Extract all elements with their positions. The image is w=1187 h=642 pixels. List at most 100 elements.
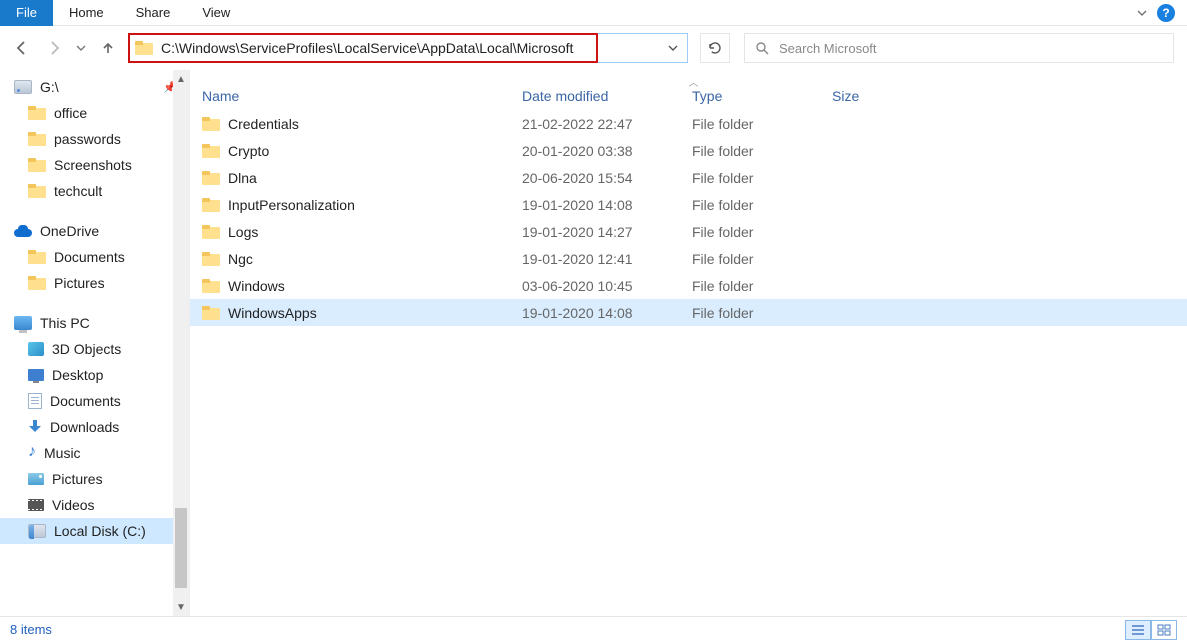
sidebar-quick-techcult[interactable]: techcult — [0, 178, 189, 204]
table-row[interactable]: WindowsApps19-01-2020 14:08File folder — [190, 299, 1187, 326]
file-date: 19-01-2020 14:27 — [522, 224, 692, 240]
sidebar-thispc-videos[interactable]: Videos — [0, 492, 189, 518]
file-date: 19-01-2020 14:08 — [522, 305, 692, 321]
sidebar-thispc[interactable]: This PC — [0, 310, 189, 336]
sidebar-thispc-music[interactable]: ♪Music — [0, 440, 189, 466]
file-type: File folder — [692, 251, 832, 267]
file-name: Windows — [228, 278, 285, 294]
file-date: 03-06-2020 10:45 — [522, 278, 692, 294]
column-size[interactable]: Size — [832, 88, 912, 104]
view-details-button[interactable] — [1125, 620, 1151, 640]
column-date[interactable]: Date modified — [522, 88, 692, 104]
folder-icon — [135, 41, 151, 56]
view-large-icons-button[interactable] — [1151, 620, 1177, 640]
address-dropdown[interactable] — [659, 34, 687, 62]
tab-file[interactable]: File — [0, 0, 53, 26]
sidebar-item-label: Videos — [52, 497, 95, 513]
table-row[interactable]: Ngc19-01-2020 12:41File folder — [190, 245, 1187, 272]
sidebar-quick-office[interactable]: office — [0, 100, 189, 126]
sidebar-thispc-pictures[interactable]: Pictures — [0, 466, 189, 492]
file-name: Dlna — [228, 170, 257, 186]
tab-view[interactable]: View — [186, 0, 246, 26]
ribbon: File Home Share View ? — [0, 0, 1187, 26]
folder-icon — [28, 132, 46, 146]
drive-icon — [14, 80, 32, 94]
search-box[interactable]: Search Microsoft — [744, 33, 1174, 63]
sidebar-onedrive-pictures[interactable]: Pictures — [0, 270, 189, 296]
help-icon[interactable]: ? — [1157, 4, 1175, 22]
folder-icon — [202, 117, 220, 131]
sidebar-scrollbar[interactable]: ▲ ▼ — [173, 70, 189, 616]
sidebar-item-label: Downloads — [50, 419, 119, 435]
file-name: Logs — [228, 224, 258, 240]
file-list: ︿ Name Date modified Type Size Credentia… — [190, 70, 1187, 616]
scroll-up-icon[interactable]: ▲ — [173, 70, 189, 88]
file-name: InputPersonalization — [228, 197, 355, 213]
folder-icon — [28, 158, 46, 172]
tab-home[interactable]: Home — [53, 0, 120, 26]
3d-icon — [28, 342, 44, 356]
back-button[interactable] — [10, 36, 34, 60]
table-row[interactable]: Windows03-06-2020 10:45File folder — [190, 272, 1187, 299]
sidebar-item-label: G:\ — [40, 79, 59, 95]
ldisk-icon — [28, 524, 46, 538]
sidebar-item-label: techcult — [54, 183, 102, 199]
up-button[interactable] — [96, 36, 120, 60]
sidebar-thispc-desktop[interactable]: Desktop — [0, 362, 189, 388]
navigation-bar: C:\Windows\ServiceProfiles\LocalService\… — [0, 26, 1187, 70]
file-name: WindowsApps — [228, 305, 317, 321]
sidebar-quick-screenshots[interactable]: Screenshots — [0, 152, 189, 178]
sidebar-quick-g[interactable]: G:\📌 — [0, 74, 189, 100]
folder-icon — [202, 306, 220, 320]
file-name: Crypto — [228, 143, 269, 159]
folder-icon — [202, 144, 220, 158]
address-text[interactable]: C:\Windows\ServiceProfiles\LocalService\… — [157, 40, 659, 56]
folder-icon — [28, 106, 46, 120]
sidebar-thispc-localdiskc[interactable]: Local Disk (C:) — [0, 518, 189, 544]
table-row[interactable]: Crypto20-01-2020 03:38File folder — [190, 137, 1187, 164]
table-row[interactable]: Credentials21-02-2022 22:47File folder — [190, 110, 1187, 137]
table-row[interactable]: InputPersonalization19-01-2020 14:08File… — [190, 191, 1187, 218]
sidebar-item-label: OneDrive — [40, 223, 99, 239]
docs-icon — [28, 393, 42, 409]
forward-button[interactable] — [42, 36, 66, 60]
file-type: File folder — [692, 116, 832, 132]
sidebar-item-label: Documents — [50, 393, 121, 409]
tab-share[interactable]: Share — [120, 0, 187, 26]
file-name: Credentials — [228, 116, 299, 132]
sidebar-thispc-downloads[interactable]: Downloads — [0, 414, 189, 440]
refresh-button[interactable] — [700, 33, 730, 63]
search-icon — [755, 41, 769, 55]
sidebar-item-label: Music — [44, 445, 81, 461]
sidebar-thispc-3dobjects[interactable]: 3D Objects — [0, 336, 189, 362]
file-type: File folder — [692, 170, 832, 186]
column-name[interactable]: Name — [202, 88, 522, 104]
scroll-thumb[interactable] — [175, 508, 187, 588]
table-row[interactable]: Logs 19-01-2020 14:27File folder — [190, 218, 1187, 245]
ribbon-expand-icon[interactable] — [1127, 6, 1157, 20]
desk-icon — [28, 369, 44, 381]
thispc-icon — [14, 316, 32, 330]
sidebar-item-label: This PC — [40, 315, 90, 331]
sidebar-onedrive-documents[interactable]: Documents — [0, 244, 189, 270]
file-type: File folder — [692, 224, 832, 240]
scroll-down-icon[interactable]: ▼ — [173, 598, 189, 616]
table-row[interactable]: Dlna 20-06-2020 15:54File folder — [190, 164, 1187, 191]
sidebar-onedrive[interactable]: OneDrive — [0, 218, 189, 244]
file-date: 19-01-2020 12:41 — [522, 251, 692, 267]
sidebar-thispc-documents[interactable]: Documents — [0, 388, 189, 414]
address-bar[interactable]: C:\Windows\ServiceProfiles\LocalService\… — [128, 33, 688, 63]
file-date: 20-06-2020 15:54 — [522, 170, 692, 186]
file-date: 20-01-2020 03:38 — [522, 143, 692, 159]
sidebar-item-label: 3D Objects — [52, 341, 121, 357]
file-type: File folder — [692, 197, 832, 213]
folder-icon — [202, 171, 220, 185]
column-type[interactable]: Type — [692, 88, 832, 104]
onedrive-icon — [14, 225, 32, 237]
sidebar-item-label: Desktop — [52, 367, 103, 383]
folder-icon — [202, 252, 220, 266]
folder-icon — [28, 276, 46, 290]
pic-icon — [28, 473, 44, 485]
sidebar-quick-passwords[interactable]: passwords — [0, 126, 189, 152]
history-dropdown[interactable] — [74, 36, 88, 60]
